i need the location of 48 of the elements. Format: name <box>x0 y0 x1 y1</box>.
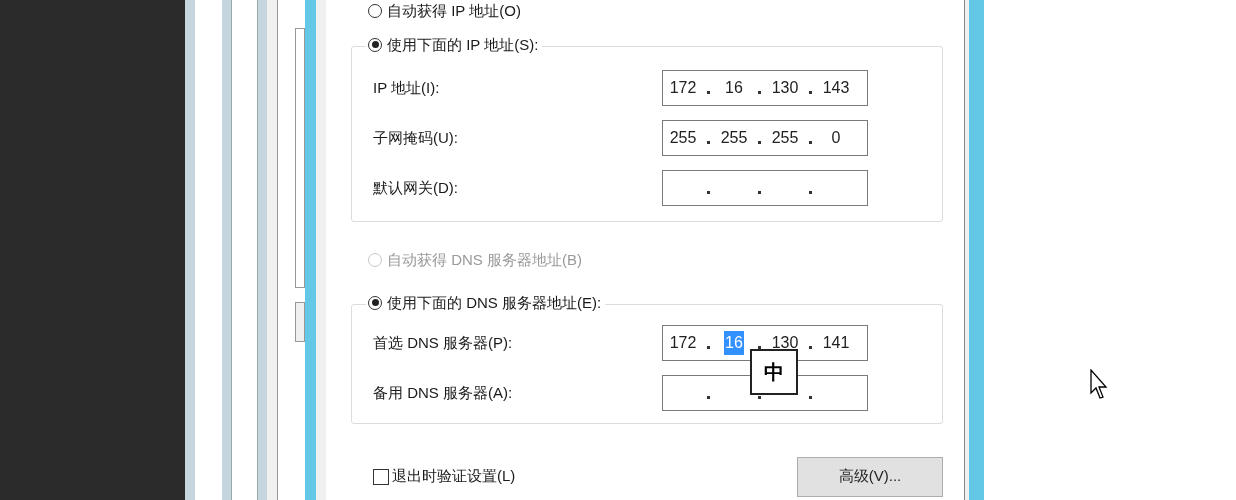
dot-separator <box>809 345 812 349</box>
octet-text: 141 <box>822 333 850 353</box>
dot-separator <box>707 345 710 349</box>
dot-separator <box>707 395 710 399</box>
ime-indicator: 中 <box>750 349 798 395</box>
octet-text: 16 <box>724 331 744 355</box>
radio-label: 使用下面的 DNS 服务器地址(E): <box>387 292 602 313</box>
octet-text: 255 <box>669 128 697 148</box>
ip-address-field[interactable]: 172 16 130 143 <box>662 70 868 106</box>
checkbox[interactable] <box>373 468 389 485</box>
field-label: 子网掩码(U): <box>373 127 458 148</box>
octet-text: 172 <box>669 78 697 98</box>
radio-label: 使用下面的 IP 地址(S): <box>387 34 539 55</box>
octet-text: 172 <box>669 333 697 353</box>
octet-text: 16 <box>725 78 743 98</box>
radio-label: 自动获得 DNS 服务器地址(B) <box>387 250 582 270</box>
radio-button[interactable] <box>368 37 382 52</box>
panel-edge <box>295 302 305 342</box>
dot-separator <box>707 140 710 144</box>
field-label: 首选 DNS 服务器(P): <box>373 332 513 353</box>
octet-text: 255 <box>771 128 799 148</box>
radio-button[interactable] <box>368 4 382 19</box>
dot-separator <box>758 190 761 194</box>
field-label: 默认网关(D): <box>373 177 458 198</box>
dot-separator <box>758 90 761 94</box>
ip-address-field[interactable]: 255 255 255 0 <box>662 120 868 156</box>
dot-separator <box>809 395 812 399</box>
dot-separator <box>758 395 761 399</box>
dot-separator <box>758 140 761 144</box>
radio-label: 自动获得 IP 地址(O) <box>387 1 521 21</box>
field-label: 备用 DNS 服务器(A): <box>373 382 513 403</box>
ip-address-field[interactable] <box>662 170 868 206</box>
dot-separator <box>809 140 812 144</box>
advanced-button[interactable]: 高级(V)... <box>797 456 943 497</box>
ip-address-field[interactable]: 172 16 130 141 <box>662 325 868 361</box>
dot-separator <box>707 90 710 94</box>
octet-text: 255 <box>720 128 748 148</box>
octet-text: 0 <box>831 128 841 148</box>
dot-separator <box>758 345 761 349</box>
checkbox-label: 退出时验证设置(L) <box>392 466 516 487</box>
dot-separator <box>809 190 812 194</box>
octet-text: 143 <box>822 78 850 98</box>
octet-text: 130 <box>771 78 799 98</box>
dot-separator <box>809 90 812 94</box>
dot-separator <box>707 190 710 194</box>
mouse-pointer-icon <box>1090 369 1110 401</box>
field-label: IP 地址(I): <box>373 77 440 98</box>
radio-button[interactable] <box>368 295 382 310</box>
